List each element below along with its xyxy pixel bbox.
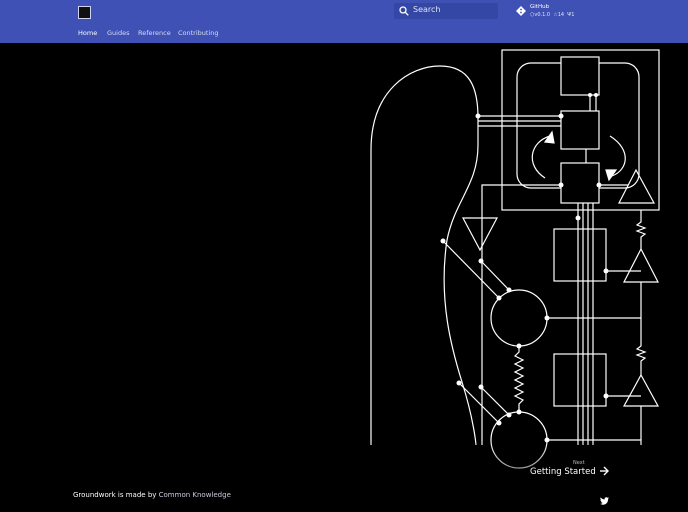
arrow-right-icon[interactable]	[598, 465, 610, 477]
search-placeholder: Search	[413, 5, 441, 14]
repo-version: v0.1.0	[534, 12, 551, 18]
hero-circuit-illustration	[0, 49, 688, 512]
header-bar: Search GitHub ⬡v0.1.0 ☆14 Ψ1 Home Guides…	[0, 0, 688, 43]
next-page-link[interactable]: Getting Started	[530, 467, 596, 477]
footer-link[interactable]: Common Knowledge	[159, 491, 231, 499]
search-icon	[399, 6, 409, 16]
tab-home[interactable]: Home	[78, 29, 97, 37]
tab-contributing[interactable]: Contributing	[178, 29, 219, 37]
footer-credit: Groundwork is made by Common Knowledge	[73, 491, 231, 499]
twitter-icon[interactable]	[600, 497, 609, 505]
tab-reference[interactable]: Reference	[138, 29, 171, 37]
repo-name: GitHub	[530, 4, 550, 10]
repo-facts: ⬡v0.1.0 ☆14 Ψ1	[530, 12, 574, 18]
logo-icon[interactable]	[78, 6, 91, 19]
repo-forks: 1	[571, 12, 575, 18]
search-input[interactable]: Search	[394, 3, 498, 19]
repo-stars: 14	[557, 12, 565, 18]
tab-guides[interactable]: Guides	[107, 29, 129, 37]
footer-prefix: Groundwork is made by	[73, 491, 157, 499]
github-repo-link[interactable]: GitHub ⬡v0.1.0 ☆14 Ψ1	[516, 4, 606, 22]
git-icon	[516, 6, 526, 16]
next-label: Next	[573, 460, 585, 466]
